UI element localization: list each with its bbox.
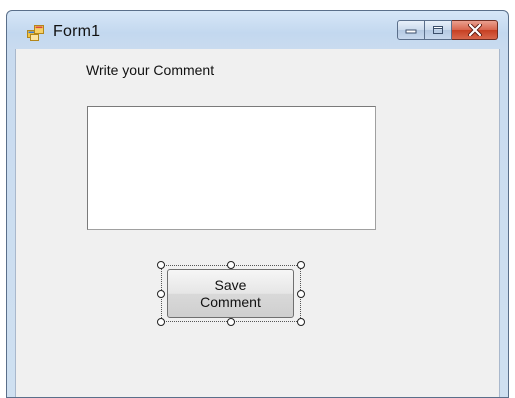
minimize-button[interactable] xyxy=(397,20,425,40)
close-button[interactable] xyxy=(452,20,498,40)
close-icon xyxy=(467,24,482,36)
resize-handle-top-right[interactable] xyxy=(297,261,305,269)
caption-buttons xyxy=(397,20,498,40)
resize-handle-left[interactable] xyxy=(157,290,165,298)
resize-handle-right[interactable] xyxy=(297,290,305,298)
comment-label: Write your Comment xyxy=(86,62,215,78)
form-client-area: Write your Comment Save Comment xyxy=(15,49,500,397)
winforms-app-icon xyxy=(27,25,45,41)
save-button-label-line2: Comment xyxy=(200,293,261,310)
resize-handle-bottom[interactable] xyxy=(227,318,235,326)
maximize-icon xyxy=(433,26,443,34)
window-title: Form1 xyxy=(53,23,101,40)
minimize-icon xyxy=(405,29,417,34)
resize-handle-bottom-right[interactable] xyxy=(297,318,305,326)
comment-textbox[interactable] xyxy=(87,106,376,230)
save-button-label-line1: Save xyxy=(214,276,247,293)
resize-handle-bottom-left[interactable] xyxy=(157,318,165,326)
resize-handle-top[interactable] xyxy=(227,261,235,269)
save-comment-button[interactable]: Save Comment xyxy=(167,269,294,318)
maximize-button[interactable] xyxy=(425,20,452,40)
form-window: Form1 Write your Comment Save Comment xyxy=(6,10,509,398)
title-bar[interactable]: Form1 xyxy=(7,11,508,49)
resize-handle-top-left[interactable] xyxy=(157,261,165,269)
